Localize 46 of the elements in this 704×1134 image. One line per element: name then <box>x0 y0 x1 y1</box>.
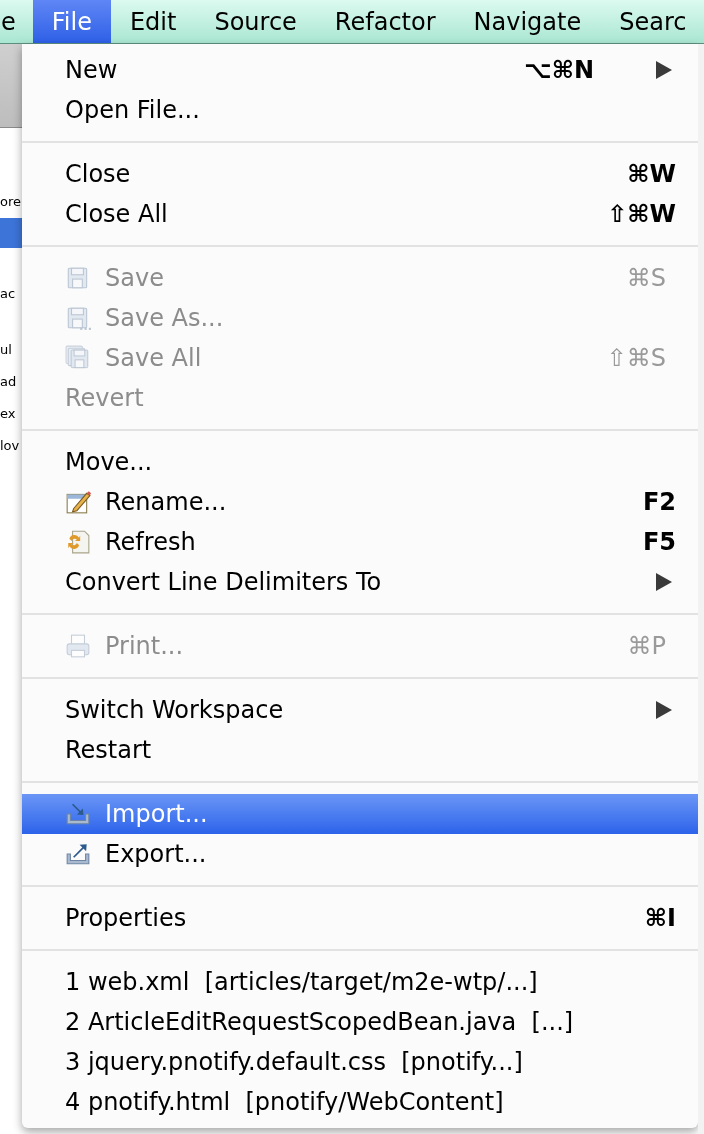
keyboard-shortcut: ⌘P <box>627 631 666 662</box>
menu-item[interactable]: Switch Workspace <box>22 690 698 730</box>
menu-item[interactable]: Move... <box>22 442 698 482</box>
menu-item[interactable]: Convert Line Delimiters To <box>22 562 698 602</box>
menu-bar-item[interactable]: e <box>0 0 33 43</box>
tree-item-text: ex <box>0 406 17 422</box>
keyboard-shortcut: ⇧⌘W <box>607 199 676 230</box>
menu-bar-item[interactable]: Searc <box>600 0 704 43</box>
tree-item-text: ad <box>0 374 18 390</box>
recent-file-item[interactable]: 1 web.xml [articles/target/m2e-wtp/...] <box>22 962 698 1002</box>
menu-item[interactable]: Import... <box>22 794 698 834</box>
keyboard-shortcut: ⇧⌘S <box>606 343 666 374</box>
menu-bar-item[interactable]: Navigate <box>454 0 601 43</box>
tray-arrow-in-icon <box>65 801 91 827</box>
tree-item-text: lov <box>0 438 21 454</box>
menu-item[interactable]: Refresh F5 <box>22 522 698 562</box>
document-arrows-icon <box>65 529 91 555</box>
keyboard-shortcut: ⌘I <box>644 903 676 934</box>
selection-highlight <box>0 218 22 248</box>
printer-icon <box>65 633 91 659</box>
menu-item[interactable]: Properties ⌘I <box>22 898 698 938</box>
pencil-on-window-icon <box>65 489 91 515</box>
keyboard-shortcut: ⌥⌘N <box>524 55 594 86</box>
menu-item[interactable]: Export... <box>22 834 698 874</box>
menu-item[interactable]: Restart <box>22 730 698 770</box>
tray-arrow-out-icon <box>65 841 91 867</box>
recent-file-item[interactable]: 3 jquery.pnotify.default.css [pnotify...] <box>22 1042 698 1082</box>
tree-item-text: ac <box>0 286 17 302</box>
menu-item[interactable]: Open File... <box>22 90 698 130</box>
menu-bar-item[interactable]: Source <box>195 0 316 43</box>
menu-bar-item[interactable]: Refactor <box>315 0 455 43</box>
menu-bar-item[interactable]: File <box>32 0 111 43</box>
tree-item-text: ul <box>0 342 13 358</box>
stacked-floppy-disks-icon <box>65 345 91 371</box>
menu-item[interactable]: Close ⌘W <box>22 154 698 194</box>
keyboard-shortcut: ⌘W <box>627 159 676 190</box>
tree-item-text: ore <box>0 194 22 210</box>
recent-file-item[interactable]: 2 ArticleEditRequestScopedBean.java [...] <box>22 1002 698 1042</box>
keyboard-shortcut: F5 <box>642 527 676 558</box>
keyboard-shortcut: ⌘S <box>626 263 666 294</box>
menu-item[interactable]: Close All ⇧⌘W <box>22 194 698 234</box>
menu-bar-item[interactable]: Edit <box>110 0 196 43</box>
keyboard-shortcut: F2 <box>642 487 676 518</box>
menu-item[interactable]: Rename... F2 <box>22 482 698 522</box>
recent-file-item[interactable]: 4 pnotify.html [pnotify/WebContent] <box>22 1082 698 1122</box>
menu-item[interactable]: New ⌥⌘N <box>22 50 698 90</box>
